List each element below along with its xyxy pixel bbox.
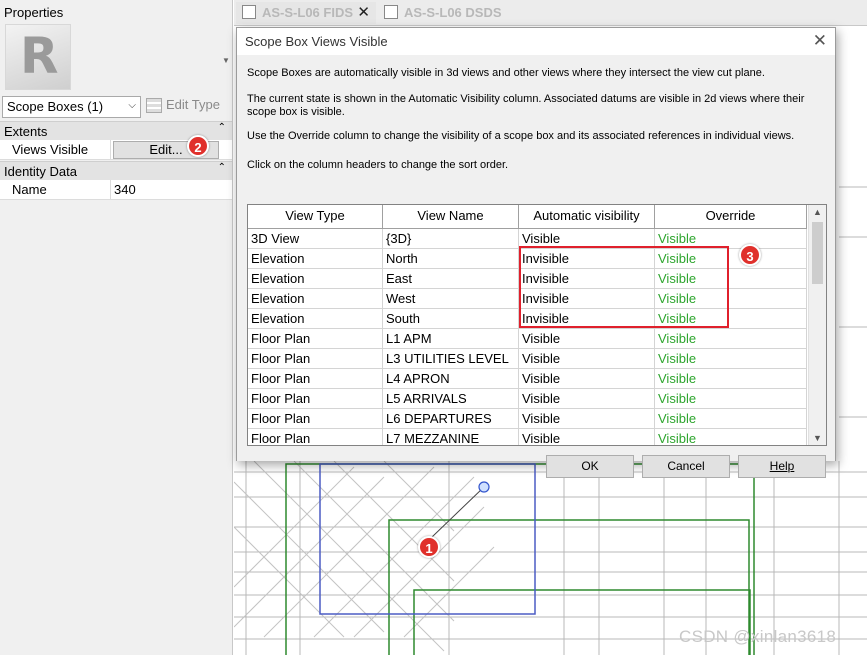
table-scrollbar[interactable]: ▲ ▼ xyxy=(808,205,826,445)
ok-button[interactable]: OK xyxy=(546,455,634,478)
view-name-cell: L3 UTILITIES LEVEL xyxy=(383,349,519,369)
column-divider xyxy=(110,140,111,160)
annotation-badge-2: 2 xyxy=(187,135,209,157)
dialog-description: Use the Override column to change the vi… xyxy=(247,130,795,142)
watermark: CSDN @xinlan3618 xyxy=(679,627,837,646)
property-key: Name xyxy=(12,182,47,197)
view-name-cell: L6 DEPARTURES xyxy=(383,409,519,429)
edit-type-icon xyxy=(146,98,162,114)
tab-label: AS-S-L06 FIDS xyxy=(262,5,354,20)
group-label: Identity Data xyxy=(4,164,77,179)
type-selector-value: Scope Boxes (1) xyxy=(7,99,104,114)
view-type-cell: 3D View xyxy=(248,229,383,249)
view-name-cell: L1 APM xyxy=(383,329,519,349)
dialog-description: The current state is shown in the Automa… xyxy=(247,93,805,118)
table-header: View Type View Name Automatic visibility… xyxy=(248,205,807,229)
group-label: Extents xyxy=(4,124,48,139)
view-name-cell: North xyxy=(383,249,519,269)
view-name-cell: L4 APRON xyxy=(383,369,519,389)
column-header-override[interactable]: Override xyxy=(655,205,807,229)
collapse-icon: ⌃ xyxy=(217,122,226,133)
scope-box-handle-icon[interactable] xyxy=(478,481,490,493)
chevron-down-icon: ⌵ xyxy=(128,100,136,111)
property-row-name: Name 340 xyxy=(0,180,232,200)
view-type-cell: Elevation xyxy=(248,269,383,289)
view-name-cell: L5 ARRIVALS xyxy=(383,389,519,409)
override-cell[interactable]: Visible xyxy=(655,349,807,369)
close-icon[interactable]: ✕ xyxy=(813,31,827,51)
scroll-up-icon[interactable]: ▲ xyxy=(813,207,822,217)
table-row[interactable]: Floor Plan L7 MEZZANINE Visible Visible xyxy=(248,429,807,445)
column-header-view-name[interactable]: View Name xyxy=(383,205,519,229)
override-cell[interactable]: Visible xyxy=(655,329,807,349)
cancel-button[interactable]: Cancel xyxy=(642,455,730,478)
highlight-box xyxy=(519,246,729,328)
automatic-visibility-cell: Visible xyxy=(519,329,655,349)
override-cell[interactable]: Visible xyxy=(655,429,807,445)
automatic-visibility-cell: Visible xyxy=(519,389,655,409)
view-tab-icon xyxy=(384,5,398,19)
property-key: Views Visible xyxy=(12,142,89,157)
view-type-cell: Elevation xyxy=(248,309,383,329)
view-type-cell: Elevation xyxy=(248,289,383,309)
automatic-visibility-cell: Visible xyxy=(519,369,655,389)
view-name-cell: East xyxy=(383,269,519,289)
automatic-visibility-cell: Visible xyxy=(519,349,655,369)
table-row[interactable]: Floor Plan L1 APM Visible Visible xyxy=(248,329,807,349)
dialog-title: Scope Box Views Visible xyxy=(245,34,388,49)
tab-label: AS-S-L06 DSDS xyxy=(404,5,502,20)
table-row[interactable]: Floor Plan L4 APRON Visible Visible xyxy=(248,369,807,389)
help-button-label: Help xyxy=(769,459,795,473)
group-identity-data[interactable]: Identity Data ⌃ xyxy=(0,161,232,180)
column-header-automatic-visibility[interactable]: Automatic visibility xyxy=(519,205,655,229)
table-row[interactable]: Floor Plan L6 DEPARTURES Visible Visible xyxy=(248,409,807,429)
override-cell[interactable]: Visible xyxy=(655,389,807,409)
properties-panel: Properties R ▼ Scope Boxes (1) ⌵ Edit Ty… xyxy=(0,0,233,655)
view-name-cell: L7 MEZZANINE xyxy=(383,429,519,445)
view-name-cell: {3D} xyxy=(383,229,519,249)
override-cell[interactable]: Visible xyxy=(655,369,807,389)
annotation-badge-1: 1 xyxy=(418,536,440,558)
table-row[interactable]: Floor Plan L5 ARRIVALS Visible Visible xyxy=(248,389,807,409)
revit-logo-icon: R xyxy=(5,24,71,90)
view-type-cell: Floor Plan xyxy=(248,429,383,445)
automatic-visibility-cell: Visible xyxy=(519,409,655,429)
edit-type-button[interactable]: Edit Type xyxy=(146,97,220,117)
view-type-cell: Floor Plan xyxy=(248,329,383,349)
view-type-cell: Floor Plan xyxy=(248,369,383,389)
properties-title: Properties xyxy=(4,5,64,20)
help-button[interactable]: Help xyxy=(738,455,826,478)
view-name-cell: West xyxy=(383,289,519,309)
view-tabs: AS-S-L06 FIDS ✕ AS-S-L06 DSDS xyxy=(234,0,867,26)
override-cell[interactable]: Visible xyxy=(655,409,807,429)
view-type-cell: Elevation xyxy=(248,249,383,269)
chevron-down-icon[interactable]: ▼ xyxy=(222,56,230,65)
column-divider xyxy=(110,180,111,200)
view-name-cell: South xyxy=(383,309,519,329)
tab-view-2[interactable]: AS-S-L06 DSDS xyxy=(378,2,528,24)
dialog-description: Scope Boxes are automatically visible in… xyxy=(247,67,765,79)
annotation-badge-3: 3 xyxy=(739,244,761,266)
view-type-cell: Floor Plan xyxy=(248,409,383,429)
view-tab-icon xyxy=(242,5,256,19)
close-icon[interactable]: ✕ xyxy=(357,3,370,21)
edit-type-label: Edit Type xyxy=(166,97,220,112)
tab-view-1[interactable]: AS-S-L06 FIDS ✕ xyxy=(236,2,376,24)
revit-window: Properties R ▼ Scope Boxes (1) ⌵ Edit Ty… xyxy=(0,0,867,655)
property-value[interactable]: 340 xyxy=(114,182,136,197)
scroll-down-icon[interactable]: ▼ xyxy=(813,433,822,443)
scrollbar-thumb[interactable] xyxy=(812,222,823,284)
collapse-icon: ⌃ xyxy=(217,162,226,173)
column-header-view-type[interactable]: View Type xyxy=(248,205,383,229)
dialog-description: Click on the column headers to change th… xyxy=(247,159,509,171)
view-type-cell: Floor Plan xyxy=(248,349,383,369)
view-type-cell: Floor Plan xyxy=(248,389,383,409)
type-selector[interactable]: Scope Boxes (1) ⌵ xyxy=(2,96,141,118)
table-row[interactable]: Floor Plan L3 UTILITIES LEVEL Visible Visib… xyxy=(248,349,807,369)
automatic-visibility-cell: Visible xyxy=(519,429,655,445)
